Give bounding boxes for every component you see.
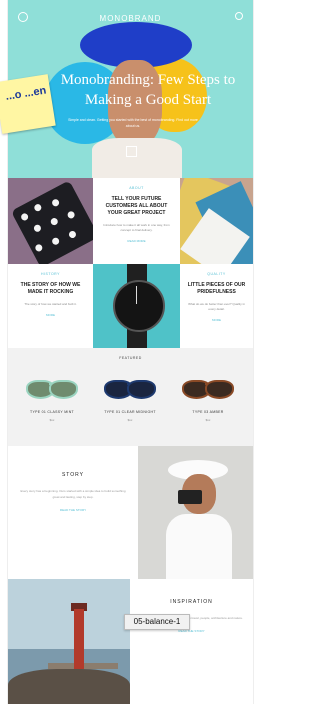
shirt-image (92, 138, 182, 178)
camera-icon (178, 490, 202, 504)
filename-tag: 05-balance-1 (124, 614, 190, 630)
section-label: FEATURED (119, 356, 142, 360)
product-price: $xx (205, 418, 211, 422)
more-link[interactable]: MORE (180, 318, 253, 322)
inspiration-heading: INSPIRATION (170, 599, 213, 605)
dot (50, 236, 61, 246)
card-eyebrow: HISTORY (41, 272, 60, 276)
product-price: $xx (49, 418, 55, 422)
photographer-image (138, 446, 253, 579)
product-item[interactable]: TYPE 01 CLASSY MINT $xx (22, 378, 82, 422)
history-card: HISTORY THE STORY OF HOW WE MADE IT ROCK… (8, 264, 93, 348)
quality-card: QUALITY LITTLE PIECES OF OUR PRIDEFULNES… (180, 264, 253, 348)
product-price: $xx (127, 418, 133, 422)
dot (33, 202, 43, 213)
dot (66, 210, 76, 220)
brand-logo[interactable]: MONOBRAND (8, 14, 253, 23)
card-eyebrow: ABOUT (129, 186, 144, 190)
story-heading: STORY (61, 472, 85, 478)
sunglasses-icon (178, 378, 238, 399)
card-body: Introduce how to make it all work in one… (103, 223, 170, 232)
product-item[interactable]: TYPE 03 AMBER $xx (178, 378, 238, 422)
dot (67, 229, 78, 240)
card-eyebrow: QUALITY (207, 272, 226, 276)
dot (34, 243, 44, 253)
hero-title: Monobranding: Few Steps to Making a Good… (60, 72, 236, 108)
shirt-image (166, 514, 232, 579)
watch-hand (136, 286, 137, 304)
card-heading: LITTLE PIECES OF OUR PRIDEFULNESS (187, 282, 246, 295)
featured-products: FEATURED TYPE 01 CLASSY MINT $xx TYPE 01… (8, 348, 253, 446)
watch-face (113, 280, 165, 332)
hero-subtitle: Simple and clean. Getting you started wi… (68, 118, 198, 128)
inspiration-section: INSPIRATION Inspiration is everywhere. W… (130, 579, 253, 704)
lighthouse-tower (74, 609, 84, 669)
fabric-image (180, 178, 253, 264)
card-body: The story of how we started and built it… (24, 302, 77, 306)
more-link[interactable]: MORE (8, 313, 93, 317)
sticky-note: ...o ...en (0, 74, 56, 134)
read-more-link[interactable]: READ MORE (93, 239, 180, 243)
dot (50, 198, 61, 208)
product-name: TYPE 01 CLEAR MIDNIGHT (104, 410, 156, 414)
sunglasses-icon (22, 378, 82, 399)
story-body: Every story has a beginning. Ours starte… (20, 489, 126, 499)
card-body: What do we do better than ever? Quality … (188, 302, 245, 311)
scroll-down-icon[interactable] (126, 146, 137, 157)
rocks (8, 669, 130, 704)
polka-dot-image (8, 178, 93, 264)
dot-fabric (10, 180, 93, 264)
dot (32, 223, 43, 233)
dot (49, 216, 60, 227)
search-icon[interactable] (235, 12, 243, 20)
sticky-note-text: ...o ...en (4, 84, 48, 103)
product-name: TYPE 03 AMBER (192, 410, 224, 414)
product-item[interactable]: TYPE 01 CLEAR MIDNIGHT $xx (100, 378, 160, 422)
dot (19, 212, 30, 222)
story-section: STORY Every story has a beginning. Ours … (8, 446, 138, 579)
product-name: TYPE 01 CLASSY MINT (30, 410, 74, 414)
customers-card: ABOUT TELL YOUR FUTURE CUSTOMERS ALL ABO… (93, 178, 180, 264)
read-story-link[interactable]: READ THE STORY (8, 508, 138, 512)
card-heading: TELL YOUR FUTURE CUSTOMERS ALL ABOUT YOU… (105, 196, 168, 216)
lighthouse-image (8, 579, 130, 704)
sunglasses-icon (100, 378, 160, 399)
watch-image (93, 264, 180, 348)
card-heading: THE STORY OF HOW WE MADE IT ROCKING (20, 282, 81, 295)
